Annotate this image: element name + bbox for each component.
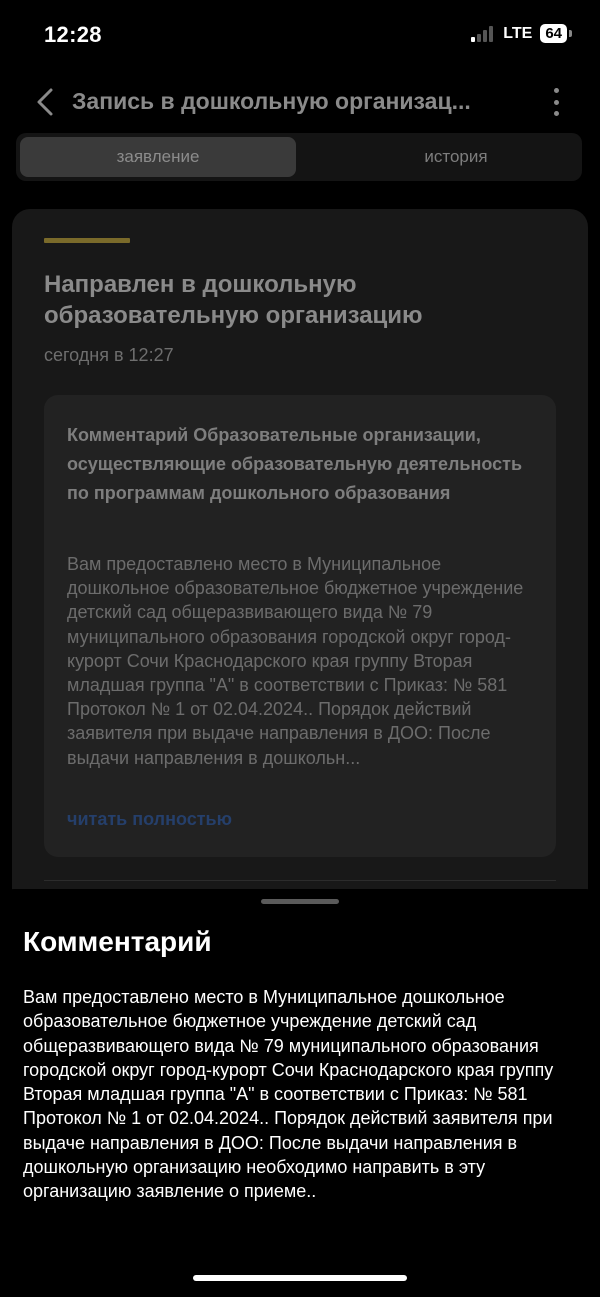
divider xyxy=(44,880,556,881)
read-more-link[interactable]: читать полностью xyxy=(67,809,232,830)
status-time: 12:28 xyxy=(44,22,102,47)
accent-bar xyxy=(44,238,130,243)
sheet-text: Вам предоставлено место в Муниципальное … xyxy=(23,987,554,1202)
sheet-grabber[interactable] xyxy=(261,899,339,904)
navigation-bar: Запись в дошкольную организац... xyxy=(0,82,600,122)
network-type: LTE xyxy=(503,24,533,42)
battery-icon: 64 xyxy=(540,24,567,43)
tab-application[interactable]: заявление xyxy=(20,137,296,177)
status-bar: 12:28 LTE 64 xyxy=(0,0,600,70)
signal-icon xyxy=(471,25,494,42)
more-vertical-icon[interactable] xyxy=(552,88,560,116)
status-card: Направлен в дошкольную образовательную о… xyxy=(12,209,588,909)
comment-heading: Комментарий Образовательные организации,… xyxy=(67,425,523,503)
comment-sheet: Комментарий Вам предоставлено место в Му… xyxy=(0,889,600,1297)
status-title: Направлен в дошкольную образовательную о… xyxy=(44,271,423,329)
sheet-title: Комментарий xyxy=(23,926,212,957)
comment-body: Вам предоставлено место в Муниципальное … xyxy=(67,554,524,768)
page-title: Запись в дошкольную организац... xyxy=(72,88,471,114)
status-timestamp: сегодня в 12:27 xyxy=(44,345,174,365)
tab-history[interactable]: история xyxy=(318,137,594,177)
back-icon[interactable] xyxy=(34,86,56,118)
segmented-control: заявление история xyxy=(16,133,582,181)
battery-tip xyxy=(569,30,572,37)
comment-box: Комментарий Образовательные организации,… xyxy=(44,395,556,857)
home-indicator[interactable] xyxy=(193,1275,407,1281)
status-indicators: LTE 64 xyxy=(471,24,572,43)
